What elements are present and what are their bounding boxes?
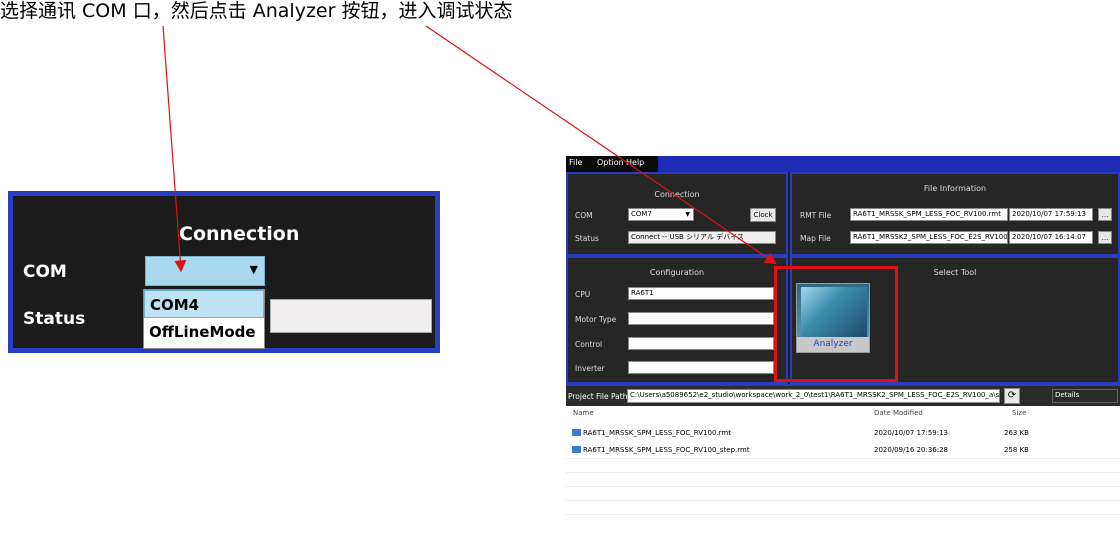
annotation-arrows: [162, 25, 777, 273]
arrow-to-analyzer: [425, 25, 777, 265]
arrow-to-com-dropdown: [162, 25, 187, 273]
